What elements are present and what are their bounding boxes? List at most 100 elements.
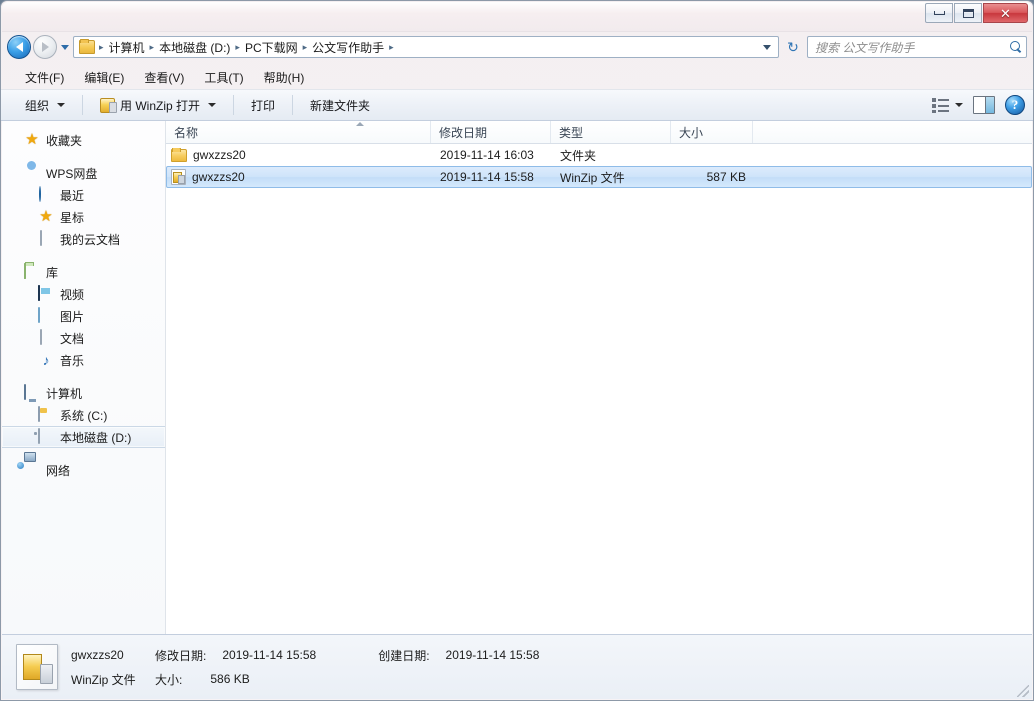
sidebar-item-favorites[interactable]: ★ 收藏夹 bbox=[2, 129, 165, 151]
table-row[interactable]: gwxzzs20 2019-11-14 16:03 文件夹 bbox=[166, 144, 1032, 166]
sidebar-item-label: 最近 bbox=[60, 188, 85, 203]
maximize-icon bbox=[962, 8, 974, 18]
arrow-right-icon bbox=[41, 42, 49, 52]
window-controls: ✕ bbox=[925, 3, 1028, 23]
menu-view[interactable]: 查看(V) bbox=[134, 67, 194, 88]
sidebar-group-favorites: ★ 收藏夹 bbox=[2, 129, 165, 151]
cell-size: 587 KB bbox=[706, 170, 746, 184]
arrow-left-icon bbox=[15, 42, 23, 52]
menu-file[interactable]: 文件(F) bbox=[15, 67, 74, 88]
sidebar-item-starred[interactable]: ★ 星标 bbox=[2, 206, 165, 228]
maximize-button[interactable] bbox=[954, 3, 982, 23]
details-created-label: 创建日期: bbox=[378, 648, 430, 663]
column-header-size[interactable]: 大小 bbox=[671, 121, 753, 143]
view-mode-icon[interactable] bbox=[932, 97, 950, 113]
organize-label: 组织 bbox=[25, 98, 50, 113]
column-header-date[interactable]: 修改日期 bbox=[431, 121, 551, 143]
cloud-icon bbox=[24, 165, 40, 181]
zip-file-icon bbox=[16, 644, 58, 690]
search-icon bbox=[1010, 41, 1022, 53]
chevron-down-icon[interactable] bbox=[61, 44, 69, 50]
sidebar-item-computer[interactable]: 计算机 bbox=[2, 382, 165, 404]
file-list-pane: 名称 修改日期 类型 大小 gwxzzs20 2019-11-14 16:03 … bbox=[166, 121, 1032, 634]
sidebar-group-wps: WPS网盘 最近 ★ 星标 我的云文档 bbox=[2, 162, 165, 250]
sidebar-item-videos[interactable]: 视频 bbox=[2, 283, 165, 305]
sidebar-item-label: 库 bbox=[46, 265, 59, 280]
title-bar: ✕ bbox=[1, 1, 1033, 31]
cell-date: 2019-11-14 15:58 bbox=[440, 170, 534, 184]
table-row[interactable]: gwxzzs20 2019-11-14 15:58 WinZip 文件 587 … bbox=[166, 166, 1032, 188]
system-drive-icon bbox=[38, 406, 54, 423]
sidebar-item-pictures[interactable]: 图片 bbox=[2, 305, 165, 327]
sidebar-item-network[interactable]: 网络 bbox=[2, 459, 165, 481]
forward-button[interactable] bbox=[33, 35, 57, 59]
toolbar-separator bbox=[82, 95, 84, 115]
back-button[interactable] bbox=[7, 35, 31, 59]
breadcrumb-item-drive-d[interactable]: 本地磁盘 (D:) bbox=[156, 37, 233, 58]
open-with-winzip-button[interactable]: 用 WinZip 打开 bbox=[90, 92, 226, 119]
sidebar-item-libraries[interactable]: 库 bbox=[2, 261, 165, 283]
sidebar-item-local-disk-d[interactable]: 本地磁盘 (D:) bbox=[2, 426, 165, 448]
preview-pane-icon[interactable] bbox=[973, 96, 995, 114]
sidebar-item-my-cloud-docs[interactable]: 我的云文档 bbox=[2, 228, 165, 250]
cell-name: gwxzzs20 bbox=[167, 148, 432, 162]
resize-grip[interactable] bbox=[1017, 685, 1029, 697]
details-pane: gwxzzs20 修改日期: 2019-11-14 15:58 创建日期: 20… bbox=[2, 634, 1032, 699]
video-icon bbox=[38, 285, 54, 302]
sidebar-item-music[interactable]: ♪ 音乐 bbox=[2, 349, 165, 371]
sidebar-item-label: 系统 (C:) bbox=[60, 408, 108, 423]
sidebar-item-label: 我的云文档 bbox=[60, 232, 121, 247]
file-name: gwxzzs20 bbox=[192, 170, 245, 184]
sort-ascending-icon bbox=[356, 122, 364, 126]
column-header-name[interactable]: 名称 bbox=[166, 121, 431, 143]
toolbar-separator bbox=[233, 95, 235, 115]
column-header-type[interactable]: 类型 bbox=[551, 121, 671, 143]
sidebar-item-wps-cloud[interactable]: WPS网盘 bbox=[2, 162, 165, 184]
open-with-label: 用 WinZip 打开 bbox=[120, 98, 201, 113]
column-headers: 名称 修改日期 类型 大小 bbox=[166, 121, 1032, 144]
cell-name: gwxzzs20 bbox=[167, 169, 432, 185]
help-button[interactable]: ? bbox=[1005, 95, 1025, 115]
minimize-button[interactable] bbox=[925, 3, 953, 23]
address-dropdown-icon[interactable] bbox=[763, 44, 771, 50]
breadcrumb-item-pcdown[interactable]: PC下载网 bbox=[242, 37, 301, 58]
details-text: gwxzzs20 修改日期: 2019-11-14 15:58 创建日期: 20… bbox=[71, 647, 539, 688]
menu-tools[interactable]: 工具(T) bbox=[194, 67, 253, 88]
print-button[interactable]: 打印 bbox=[241, 92, 285, 119]
breadcrumb-item-computer[interactable]: 计算机 bbox=[106, 37, 148, 58]
breadcrumb-separator: ▸ bbox=[389, 41, 394, 52]
clock-icon bbox=[38, 186, 54, 203]
picture-icon bbox=[38, 307, 54, 324]
organize-button[interactable]: 组织 bbox=[15, 92, 75, 119]
sidebar-item-system-c[interactable]: 系统 (C:) bbox=[2, 404, 165, 426]
breadcrumb-separator: ▸ bbox=[302, 41, 308, 52]
sidebar-item-recent[interactable]: 最近 bbox=[2, 184, 165, 206]
sidebar-item-documents[interactable]: 文档 bbox=[2, 327, 165, 349]
search-input[interactable]: 搜索 公文写作助手 bbox=[815, 39, 1010, 56]
address-bar[interactable]: ▸ 计算机 ▸ 本地磁盘 (D:) ▸ PC下载网 ▸ 公文写作助手 ▸ bbox=[73, 36, 779, 58]
breadcrumb-separator: ▸ bbox=[149, 41, 155, 52]
document-icon bbox=[38, 230, 54, 247]
new-folder-button[interactable]: 新建文件夹 bbox=[300, 92, 380, 119]
details-size-label: 大小: bbox=[155, 672, 183, 687]
close-icon: ✕ bbox=[1000, 5, 1011, 21]
search-box[interactable]: 搜索 公文写作助手 bbox=[807, 36, 1027, 58]
sidebar-item-label: 网络 bbox=[46, 463, 71, 478]
refresh-button[interactable]: ↻ bbox=[782, 36, 804, 58]
zip-file-icon bbox=[171, 169, 186, 185]
breadcrumb-item-current[interactable]: 公文写作助手 bbox=[309, 37, 387, 58]
cell-type: 文件夹 bbox=[560, 148, 597, 163]
folder-icon bbox=[171, 148, 187, 162]
view-mode-chevron-down-icon[interactable] bbox=[955, 103, 963, 107]
toolbar-separator bbox=[292, 95, 294, 115]
sidebar-item-label: WPS网盘 bbox=[46, 166, 98, 181]
menu-edit[interactable]: 编辑(E) bbox=[74, 67, 134, 88]
address-bar-row: ▸ 计算机 ▸ 本地磁盘 (D:) ▸ PC下载网 ▸ 公文写作助手 ▸ ↻ 搜… bbox=[1, 32, 1033, 62]
breadcrumb-separator: ▸ bbox=[235, 41, 240, 52]
winzip-icon bbox=[100, 97, 118, 113]
chevron-down-icon bbox=[57, 103, 66, 107]
close-button[interactable]: ✕ bbox=[983, 3, 1028, 23]
menu-help[interactable]: 帮助(H) bbox=[254, 67, 315, 88]
sidebar-item-label: 星标 bbox=[60, 210, 85, 225]
sidebar-item-label: 本地磁盘 (D:) bbox=[60, 430, 132, 445]
